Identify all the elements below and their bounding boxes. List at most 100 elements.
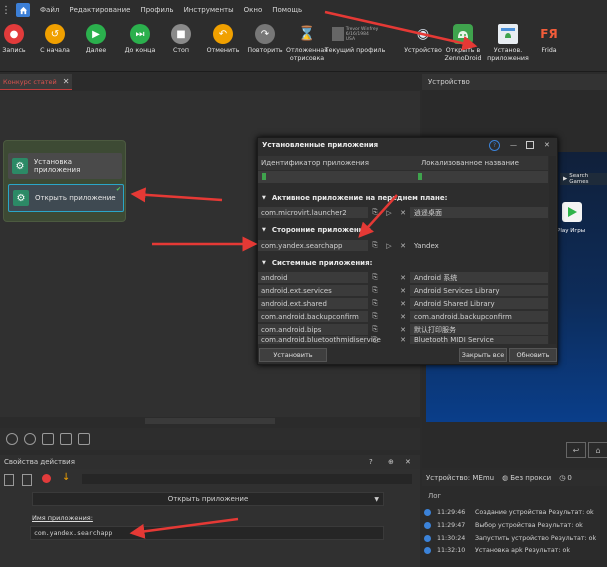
- run-icon[interactable]: ▷: [385, 241, 394, 250]
- check-icon: ✔: [115, 186, 121, 193]
- deferred-render-button[interactable]: ⌛ Отложенная отрисовка: [284, 24, 330, 62]
- edit-icon[interactable]: [22, 474, 32, 486]
- proxy-label[interactable]: Без прокси: [510, 474, 551, 482]
- grid-icon[interactable]: [42, 433, 54, 445]
- collapse-icon[interactable]: ▼: [262, 260, 266, 266]
- dialog-scrollbar[interactable]: [549, 156, 556, 344]
- app-name-label: Имя приложения:: [32, 514, 93, 522]
- delete-icon[interactable]: ✕: [399, 273, 408, 282]
- user-icon[interactable]: [24, 433, 36, 445]
- undo-icon: ↶: [213, 24, 233, 44]
- copy-icon[interactable]: ⎘: [371, 299, 380, 308]
- delete-icon[interactable]: ✕: [399, 299, 408, 308]
- filter-icon[interactable]: [418, 173, 422, 180]
- list-icon[interactable]: [4, 474, 14, 486]
- copy-icon[interactable]: ⎘: [371, 208, 380, 217]
- back-icon[interactable]: ↩: [566, 442, 586, 458]
- restart-button[interactable]: ↺ С начала: [32, 24, 78, 55]
- log-row: 11:32:10 Установка apk Результат: ok: [424, 544, 570, 556]
- installed-apps-button[interactable]: Установ. приложения: [485, 24, 531, 62]
- menu-file[interactable]: Файл: [40, 6, 59, 14]
- menu-edit[interactable]: Редактирование: [69, 6, 130, 14]
- close-icon[interactable]: ✕: [405, 458, 411, 466]
- canvas-toolbar: [0, 428, 420, 450]
- canvas-scrollbar[interactable]: [0, 417, 420, 425]
- app-row[interactable]: com.microvirt.launcher2 ⎘ ▷ ✕ 逍遥桌面: [258, 206, 548, 219]
- globe-icon: ◍: [502, 474, 509, 482]
- frida-button[interactable]: FЯ Frida: [526, 24, 572, 55]
- arrow-down-icon[interactable]: ↓: [62, 472, 70, 483]
- menu-profile[interactable]: Профиль: [140, 6, 173, 14]
- delete-icon[interactable]: ✕: [399, 241, 408, 250]
- search-games-bar[interactable]: ▶ Search Games: [560, 173, 607, 185]
- app-window-icon: [498, 24, 518, 44]
- maximize-icon[interactable]: [526, 141, 534, 149]
- current-profile-button[interactable]: Trevor Winfrey 6/16/1984 USA Текущий про…: [325, 24, 386, 55]
- copy-icon[interactable]: ⎘: [371, 241, 380, 250]
- menu-tools[interactable]: Инструменты: [184, 6, 234, 14]
- app-row[interactable]: android.ext.services ⎘ ✕ Android Services…: [258, 284, 548, 297]
- minimize-icon[interactable]: —: [510, 141, 517, 149]
- tab-contest-articles[interactable]: Конкурс статей ✕: [0, 74, 72, 90]
- info-icon: [424, 534, 431, 542]
- menu-window[interactable]: Окно: [244, 6, 263, 14]
- home-button[interactable]: [16, 3, 30, 17]
- delete-icon[interactable]: ✕: [399, 208, 408, 217]
- refresh-button[interactable]: Обновить: [509, 348, 557, 362]
- help-icon[interactable]: ?: [369, 458, 373, 466]
- delete-icon[interactable]: ✕: [399, 286, 408, 295]
- open-in-zennodroid-button[interactable]: Открыть в ZennoDroid: [440, 24, 486, 62]
- dialog-titlebar: Установленные приложения ? — ✕: [258, 138, 557, 152]
- run-to-end-button[interactable]: ⏭ До конца: [117, 24, 163, 55]
- run-icon[interactable]: ▷: [385, 208, 394, 217]
- undo-button[interactable]: ↶ Отменить: [200, 24, 246, 55]
- dialog-filter-row: [258, 171, 548, 183]
- app-row[interactable]: android ⎘ ✕ Android 系统: [258, 271, 548, 284]
- action-select[interactable]: Открыть приложение ▼: [32, 492, 384, 506]
- app-row[interactable]: android.ext.shared ⎘ ✕ Android Shared Lib…: [258, 297, 548, 310]
- collapse-icon[interactable]: ▼: [262, 195, 266, 201]
- action-group[interactable]: ⚙ Установка приложения ⚙ Открыть приложе…: [3, 140, 126, 222]
- props-search[interactable]: [82, 474, 412, 484]
- install-button[interactable]: Установить: [259, 348, 327, 362]
- node-open-app[interactable]: ⚙ Открыть приложение ✔: [8, 184, 124, 212]
- play-games-icon[interactable]: [562, 202, 582, 222]
- pin-icon[interactable]: ⊕: [388, 458, 394, 466]
- filter-icon[interactable]: [262, 173, 266, 180]
- home-icon: [19, 6, 27, 14]
- delete-icon[interactable]: ✕: [399, 336, 408, 344]
- avatar: [331, 27, 344, 41]
- column-app-id[interactable]: Идентификатор приложения: [258, 159, 417, 167]
- redo-button[interactable]: ↷ Повторить: [242, 24, 288, 55]
- close-icon[interactable]: ✕: [544, 141, 550, 149]
- settings-icon[interactable]: [6, 433, 18, 445]
- app-row[interactable]: com.android.backupconfirm ⎘ ✕ com.android…: [258, 310, 548, 323]
- frida-icon: FЯ: [540, 27, 558, 41]
- copy-icon[interactable]: ⎘: [371, 325, 380, 334]
- help-icon[interactable]: ?: [489, 139, 500, 151]
- copy-icon[interactable]: ⎘: [371, 286, 380, 295]
- delete-icon[interactable]: ✕: [399, 325, 408, 334]
- app-row[interactable]: com.android.bluetoothmidiservice ⎘ ✕ Blue…: [258, 336, 548, 344]
- column-local-name[interactable]: Локализованное название: [417, 159, 519, 167]
- copy-icon[interactable]: ⎘: [371, 273, 380, 282]
- add-icon[interactable]: [78, 433, 90, 445]
- lock-icon[interactable]: [60, 433, 72, 445]
- close-all-button[interactable]: Закрыть все: [459, 348, 507, 362]
- scrollbar-thumb[interactable]: [145, 418, 275, 424]
- collapse-icon[interactable]: ▼: [262, 227, 266, 233]
- next-button[interactable]: ▶ Далее: [73, 24, 119, 55]
- copy-icon[interactable]: ⎘: [371, 336, 380, 344]
- copy-icon[interactable]: ⎘: [371, 312, 380, 321]
- delete-icon[interactable]: ✕: [399, 312, 408, 321]
- home-nav-icon[interactable]: ⌂: [588, 442, 607, 458]
- close-tab-icon[interactable]: ✕: [63, 77, 70, 86]
- app-row[interactable]: com.yandex.searchapp ⎘ ▷ ✕ Yandex: [258, 239, 548, 252]
- overflow-menu-icon[interactable]: ⋮: [0, 2, 12, 18]
- app-name-input[interactable]: com.yandex.searchapp: [30, 526, 384, 540]
- app-row[interactable]: com.android.bips ⎘ ✕ 默认打印服务: [258, 323, 548, 336]
- stop-button[interactable]: ■ Стоп: [158, 24, 204, 55]
- menu-help[interactable]: Помощь: [272, 6, 302, 14]
- node-install-app[interactable]: ⚙ Установка приложения: [8, 153, 122, 179]
- record-icon[interactable]: [42, 474, 51, 483]
